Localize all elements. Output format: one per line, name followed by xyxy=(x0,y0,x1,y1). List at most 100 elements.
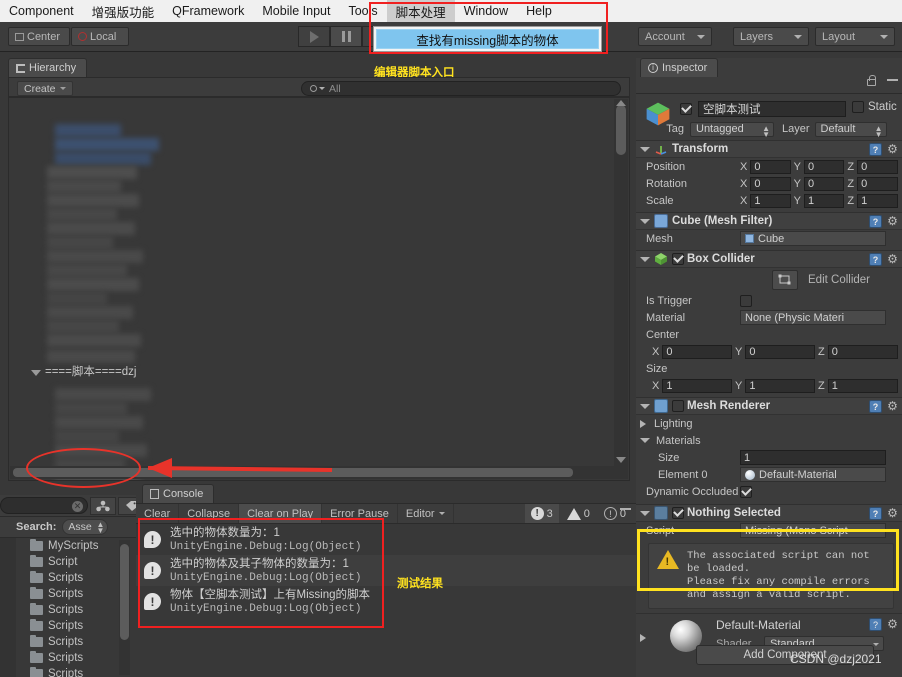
script-object-field[interactable]: Missing (Mono Script xyxy=(740,523,886,538)
menu-item-script-processing[interactable]: 脚本处理 xyxy=(386,0,455,23)
info-count-toggle[interactable]: ! 0 xyxy=(598,504,632,524)
tab-inspector[interactable]: i Inspector xyxy=(640,58,719,77)
tab-console[interactable]: Console xyxy=(142,484,215,503)
collapse-button[interactable]: Collapse xyxy=(179,503,240,524)
scale-z-field[interactable]: 1 xyxy=(857,193,899,208)
warning-count-toggle[interactable]: 0 xyxy=(561,504,596,524)
list-item[interactable]: Scripts xyxy=(0,650,136,666)
rotation-x-field[interactable]: 0 xyxy=(750,176,791,191)
gameobject-active-checkbox[interactable] xyxy=(680,103,692,115)
position-z-field[interactable]: 0 xyxy=(857,159,899,174)
foldout-arrow-icon[interactable] xyxy=(640,510,650,516)
menu-item-qframework[interactable]: QFramework xyxy=(163,2,253,20)
gear-icon[interactable]: ⚙ xyxy=(886,400,899,413)
layout-dropdown[interactable]: Layout xyxy=(815,27,895,46)
list-item[interactable]: Scripts xyxy=(0,634,136,650)
tag-dropdown[interactable]: Untagged ▲ ▼ xyxy=(690,121,774,138)
help-icon[interactable]: ? xyxy=(869,618,882,631)
materials-foldout-row[interactable]: Materials xyxy=(636,432,902,449)
list-item[interactable]: Scripts xyxy=(0,586,136,602)
foldout-arrow-icon[interactable] xyxy=(640,146,650,152)
error-count-toggle[interactable]: ! 3 xyxy=(524,503,559,524)
create-button[interactable]: Create xyxy=(17,81,73,96)
hierarchy-horizontal-scrollbar[interactable] xyxy=(10,466,614,479)
scrollbar-thumb[interactable] xyxy=(616,105,626,155)
menu-item-component[interactable]: Component xyxy=(0,2,83,20)
layers-dropdown[interactable]: Layers xyxy=(733,27,809,46)
component-header-transform[interactable]: Transform ? ⚙ xyxy=(636,140,902,158)
component-header-mesh-filter[interactable]: Cube (Mesh Filter) ? ⚙ xyxy=(636,212,902,230)
box-collider-enabled-checkbox[interactable] xyxy=(672,253,684,265)
dynamic-occluded-checkbox[interactable] xyxy=(740,485,752,498)
console-log-list[interactable]: ! 选中的物体数量为：1 UnityEngine.Debug:Log(Objec… xyxy=(136,523,636,677)
error-pause-button[interactable]: Error Pause xyxy=(322,503,398,524)
gear-icon[interactable]: ⚙ xyxy=(886,507,899,520)
help-icon[interactable]: ? xyxy=(869,143,882,156)
foldout-arrow-icon[interactable] xyxy=(640,419,646,428)
foldout-arrow-icon[interactable] xyxy=(640,403,650,409)
scroll-down-arrow-icon[interactable] xyxy=(616,457,626,463)
help-icon[interactable]: ? xyxy=(869,507,882,520)
account-dropdown[interactable]: Account xyxy=(638,27,712,46)
project-search-input[interactable]: ✕ xyxy=(0,497,88,514)
list-item[interactable]: ! 选中的物体及其子物体的数量为：1 UnityEngine.Debug:Log… xyxy=(136,555,636,586)
lighting-foldout-row[interactable]: Lighting xyxy=(636,415,902,432)
size-x-field[interactable]: 1 xyxy=(662,378,732,393)
list-item[interactable]: Script xyxy=(0,554,136,570)
clear-on-play-button[interactable]: Clear on Play xyxy=(239,503,323,524)
hierarchy-vertical-scrollbar[interactable] xyxy=(614,99,628,479)
menu-item-window[interactable]: Window xyxy=(455,2,517,20)
mesh-renderer-enabled-checkbox[interactable] xyxy=(672,400,684,412)
center-z-field[interactable]: 0 xyxy=(827,344,898,359)
play-button[interactable] xyxy=(298,26,330,47)
inspector-options-menu[interactable] xyxy=(887,79,898,81)
search-scope-dropdown[interactable]: Asse ▲ ▼ xyxy=(62,519,109,535)
menu-item-mobile-input[interactable]: Mobile Input xyxy=(253,2,339,20)
gear-icon[interactable]: ⚙ xyxy=(886,253,899,266)
list-item[interactable]: ! 物体【空脚本测试】上有Missing的脚本 UnityEngine.Debu… xyxy=(136,586,636,617)
list-item[interactable]: Scripts xyxy=(0,570,136,586)
scrollbar-thumb[interactable] xyxy=(13,468,573,477)
editor-dropdown[interactable]: Editor xyxy=(398,503,454,524)
gear-icon[interactable]: ⚙ xyxy=(886,618,899,631)
handle-local-button[interactable]: Local xyxy=(71,27,129,46)
list-item[interactable]: MyScripts xyxy=(0,538,136,554)
scrollbar-thumb[interactable] xyxy=(120,544,129,640)
scroll-up-arrow-icon[interactable] xyxy=(616,100,626,106)
lock-icon[interactable] xyxy=(867,75,876,86)
list-item[interactable]: Scripts xyxy=(0,666,136,677)
layer-dropdown[interactable]: Default ▲ ▼ xyxy=(814,121,887,138)
position-x-field[interactable]: 0 xyxy=(750,159,791,174)
static-toggle[interactable]: Static xyxy=(852,101,902,113)
menu-option-find-missing-scripts[interactable]: 查找有missing脚本的物体 xyxy=(376,29,599,49)
physic-material-object-field[interactable]: None (Physic Materi xyxy=(740,310,886,325)
list-item[interactable]: ! 选中的物体数量为：1 UnityEngine.Debug:Log(Objec… xyxy=(136,524,636,555)
tab-hierarchy[interactable]: Hierarchy xyxy=(8,58,88,77)
help-icon[interactable]: ? xyxy=(869,215,882,228)
pivot-center-button[interactable]: Center xyxy=(8,27,70,46)
edit-collider-button[interactable] xyxy=(772,270,798,290)
menu-item-enhanced[interactable]: 增强版功能 xyxy=(83,0,164,23)
static-checkbox[interactable] xyxy=(852,101,864,113)
element0-object-field[interactable]: Default-Material xyxy=(740,467,886,482)
foldout-arrow-icon[interactable] xyxy=(640,218,650,224)
missing-script-enabled-checkbox[interactable] xyxy=(672,507,684,519)
scale-y-field[interactable]: 1 xyxy=(804,193,845,208)
hierarchy-tree[interactable]: ====脚本====dzj 空脚本测试 xyxy=(8,97,630,481)
filter-by-type-icon[interactable] xyxy=(90,497,116,515)
mesh-object-field[interactable]: Cube xyxy=(740,231,886,246)
position-y-field[interactable]: 0 xyxy=(804,159,845,174)
foldout-arrow-icon[interactable] xyxy=(640,256,650,262)
clear-button[interactable]: Clear xyxy=(136,503,180,524)
menu-item-tools[interactable]: Tools xyxy=(339,2,386,20)
center-y-field[interactable]: 0 xyxy=(745,344,815,359)
pause-button[interactable] xyxy=(330,26,362,47)
project-vertical-scrollbar[interactable] xyxy=(119,540,130,675)
component-header-mesh-renderer[interactable]: Mesh Renderer ? ⚙ xyxy=(636,397,902,415)
foldout-arrow-icon[interactable] xyxy=(31,370,41,376)
console-options-menu[interactable] xyxy=(620,508,631,510)
project-folder-list[interactable]: MyScripts Script Scripts Scripts Scripts… xyxy=(0,537,136,677)
gear-icon[interactable]: ⚙ xyxy=(886,143,899,156)
menu-item-help[interactable]: Help xyxy=(517,2,561,20)
foldout-arrow-icon[interactable] xyxy=(640,634,646,642)
